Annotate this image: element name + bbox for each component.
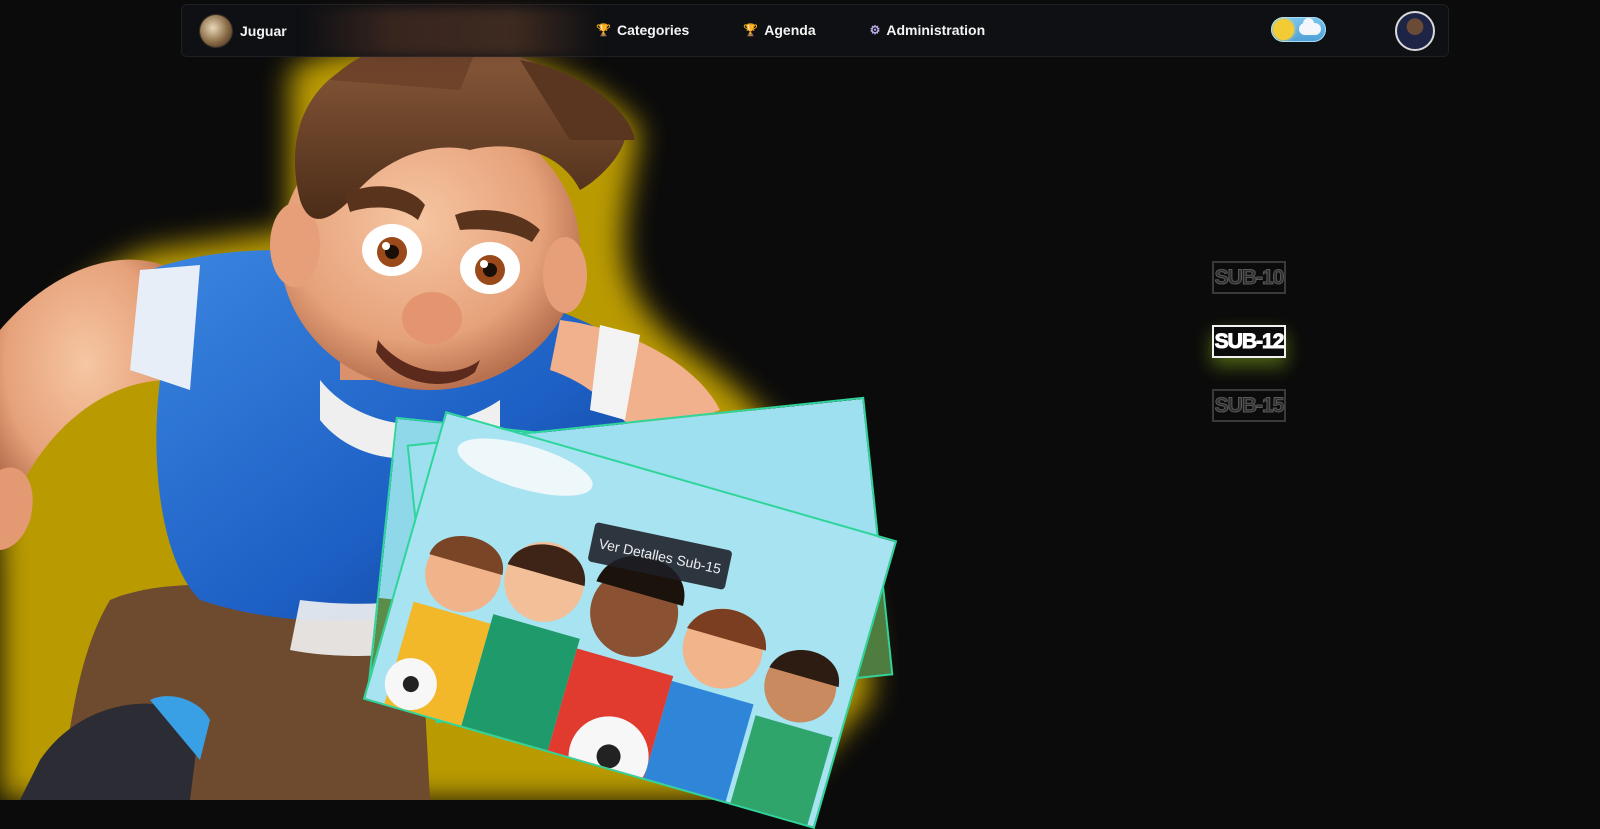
- category-sub15[interactable]: SUB-15: [1212, 389, 1286, 422]
- top-navbar: Juguar 🏆 Categories 🏆 Agenda ⚙ Administr…: [181, 4, 1449, 57]
- sun-icon: [1273, 19, 1294, 40]
- blurred-overlay: [302, 7, 602, 57]
- nav-item-agenda[interactable]: 🏆 Agenda: [743, 22, 815, 38]
- trophy-icon: 🏆: [743, 23, 759, 37]
- gear-icon: ⚙: [869, 23, 881, 37]
- nav-item-categories[interactable]: 🏆 Categories: [596, 22, 689, 38]
- user-avatar[interactable]: [1395, 11, 1435, 51]
- brand-name: Juguar: [240, 23, 287, 39]
- nav-item-label: Agenda: [764, 22, 816, 38]
- category-sub12[interactable]: SUB-12: [1212, 325, 1286, 358]
- cloud-icon: [1299, 18, 1321, 35]
- nav-links: 🏆 Categories 🏆 Agenda ⚙ Administration: [596, 22, 985, 38]
- jaguar-logo-icon: [200, 15, 232, 47]
- theme-toggle[interactable]: [1271, 17, 1326, 42]
- brand[interactable]: Juguar: [200, 15, 287, 47]
- category-sub10[interactable]: SUB-10: [1212, 261, 1286, 294]
- nav-item-label: Categories: [616, 22, 690, 38]
- trophy-icon: 🏆: [596, 23, 611, 37]
- nav-item-administration[interactable]: ⚙ Administration: [870, 22, 986, 38]
- nav-item-label: Administration: [886, 22, 986, 38]
